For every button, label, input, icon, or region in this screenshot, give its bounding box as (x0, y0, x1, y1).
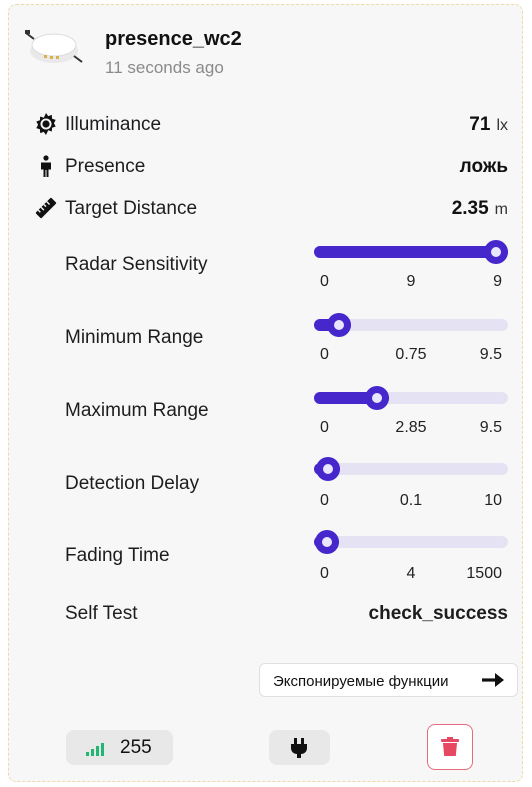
slider-min: 0 (320, 492, 329, 509)
device-name[interactable]: presence_wc2 (105, 28, 242, 51)
arrow-right-icon (482, 673, 504, 687)
slider-minimum-range: Minimum Range 0 0.75 9.5 (0, 313, 532, 383)
target-distance-value: 2.35 m (451, 198, 508, 219)
slider-track[interactable] (314, 313, 508, 337)
slider-max: 9 (493, 273, 502, 290)
person-icon (41, 155, 51, 177)
trash-icon (441, 737, 459, 756)
lqi-button[interactable]: 255 (66, 730, 173, 765)
slider-min: 0 (320, 565, 329, 582)
slider-track[interactable] (314, 457, 508, 481)
signal-icon (86, 743, 104, 756)
slider-value: 2.85 (395, 419, 427, 436)
illuminance-row: Illuminance 71 lx (0, 108, 532, 142)
slider-min: 0 (320, 346, 329, 363)
slider-min: 0 (320, 273, 329, 290)
slider-maximum-range: Maximum Range 0 2.85 9.5 (0, 386, 532, 456)
slider-label: Maximum Range (65, 400, 209, 421)
illuminance-label: Illuminance (65, 114, 162, 135)
slider-max: 9.5 (479, 419, 502, 436)
illuminance-value: 71 lx (469, 114, 508, 135)
slider-max: 10 (484, 492, 502, 509)
slider-label: Detection Delay (65, 473, 200, 494)
lqi-value: 255 (120, 737, 152, 758)
self-test-value: check_success (368, 603, 508, 624)
slider-value: 4 (406, 565, 416, 582)
slider-label: Fading Time (65, 545, 170, 566)
exposes-button[interactable]: Экспонируемые функции (259, 663, 518, 697)
slider-max: 9.5 (479, 346, 502, 363)
slider-thumb[interactable] (327, 313, 352, 337)
device-image (25, 30, 83, 63)
target-distance-label: Target Distance (65, 198, 198, 219)
slider-radar-sensitivity: Radar Sensitivity 0 9 9 (0, 240, 532, 310)
slider-thumb[interactable] (484, 240, 508, 264)
slider-max: 1500 (466, 565, 502, 582)
sun-gear-icon (36, 113, 56, 135)
power-source-button[interactable] (269, 730, 330, 765)
presence-label: Presence (65, 156, 146, 177)
slider-track[interactable] (314, 530, 508, 554)
presence-row: Presence ложь (0, 150, 532, 184)
slider-min: 0 (320, 419, 329, 436)
self-test-label: Self Test (65, 603, 138, 624)
ruler-icon (35, 197, 57, 219)
slider-track[interactable] (314, 386, 508, 410)
slider-fading-time: Fading Time 0 4 1500 (0, 530, 532, 601)
exposes-button-label: Экспонируемые функции (273, 673, 449, 690)
slider-thumb[interactable] (314, 530, 339, 554)
slider-value: 9 (406, 273, 416, 290)
plug-icon (291, 738, 307, 758)
slider-thumb[interactable] (365, 386, 389, 410)
slider-label: Minimum Range (65, 327, 204, 348)
slider-fill (314, 246, 508, 258)
slider-value: 0.1 (399, 492, 423, 509)
delete-button[interactable] (427, 724, 473, 770)
slider-detection-delay: Detection Delay 0 0.1 10 (0, 457, 532, 529)
presence-value: ложь (459, 156, 508, 177)
slider-track[interactable] (314, 240, 508, 264)
last-seen: 11 seconds ago (105, 58, 224, 77)
slider-value: 0.75 (395, 346, 427, 363)
slider-label: Radar Sensitivity (65, 254, 208, 275)
target-distance-row: Target Distance 2.35 m (0, 192, 532, 226)
slider-thumb[interactable] (315, 457, 340, 481)
